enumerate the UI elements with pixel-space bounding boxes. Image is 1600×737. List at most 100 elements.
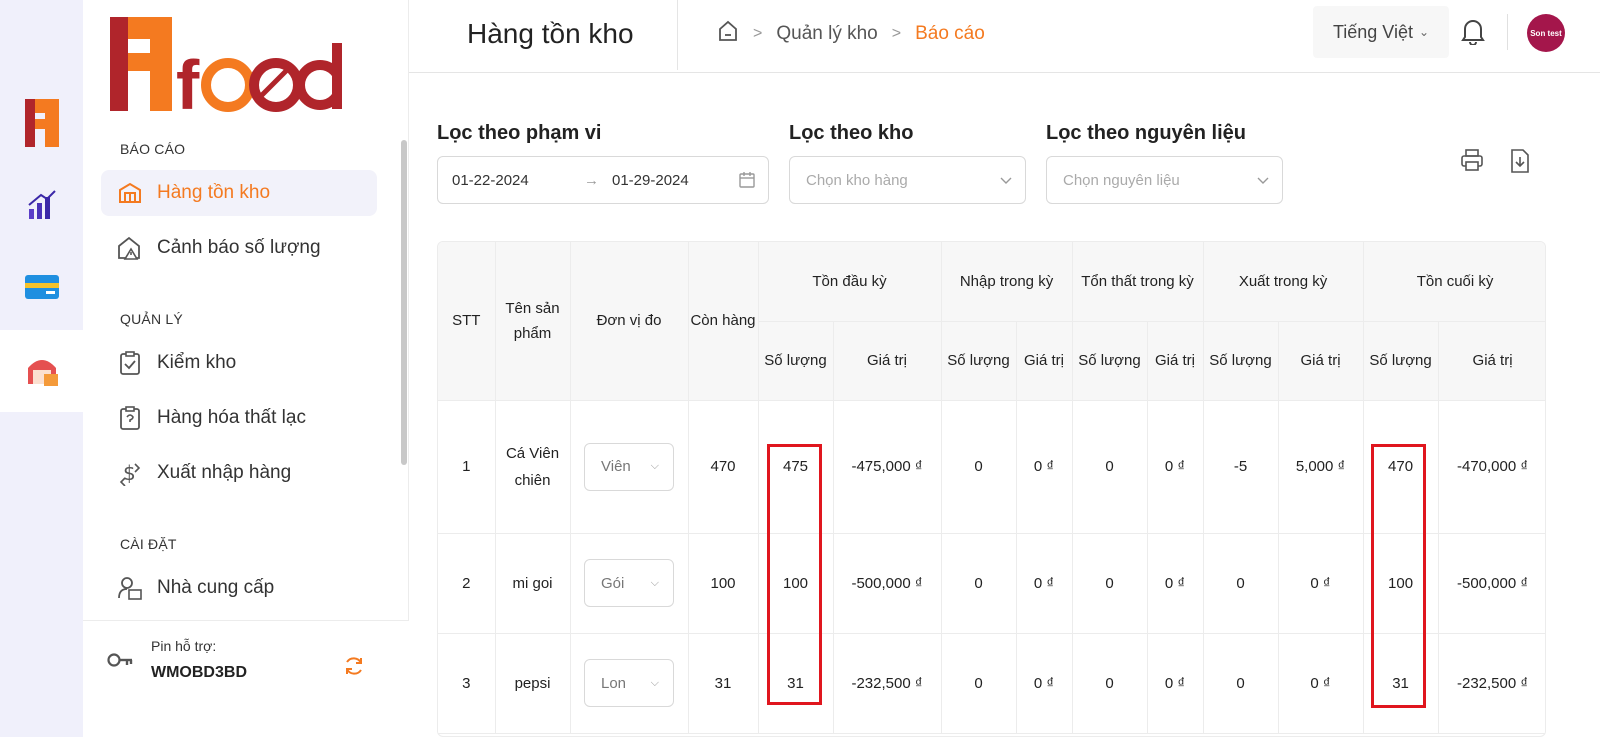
cell-loss-qty: 0	[1072, 533, 1148, 634]
sidebar-item-import-export[interactable]: $ Xuất nhập hàng	[101, 450, 377, 496]
header-qty: Số lượng	[1072, 321, 1148, 401]
ingredient-select[interactable]: Chọn nguyên liệu	[1046, 156, 1283, 204]
date-from-input[interactable]: 01-22-2024	[452, 172, 529, 189]
filter-range-label: Lọc theo phạm vi	[437, 122, 602, 144]
warehouse-icon[interactable]	[0, 330, 83, 412]
sidebar-item-suppliers[interactable]: Nhà cung cấp	[101, 565, 377, 611]
ffood-logo: f	[110, 17, 345, 124]
chevron-down-icon: ⌵	[650, 460, 659, 472]
sidebar-scrollbar[interactable]	[401, 140, 407, 465]
dollar-exchange-icon: $	[117, 460, 143, 486]
breadcrumb-reports: Báo cáo	[915, 23, 985, 44]
cell-import-value: 0 ₫	[1016, 400, 1073, 534]
cell-product-name: Cá Viên chiên	[495, 400, 571, 534]
cell-remaining: 100	[688, 533, 759, 634]
language-selector[interactable]: Tiếng Việt ⌄	[1313, 6, 1449, 58]
unit-select-value: Lon	[601, 674, 627, 692]
cell-import-value: 0 ₫	[1016, 633, 1073, 734]
sidebar-item-quantity-alert[interactable]: Cảnh báo số lượng	[101, 225, 377, 271]
cell-export-value: 0 ₫	[1278, 533, 1364, 634]
cell-remaining: 31	[688, 633, 759, 734]
chevron-right-icon: >	[891, 25, 902, 42]
unit-select-value: Gói	[601, 574, 625, 592]
chart-icon[interactable]	[0, 164, 83, 246]
app-rail	[0, 0, 83, 737]
header-value: Giá trị	[1438, 321, 1545, 401]
header-divider	[677, 0, 678, 70]
card-icon[interactable]	[0, 246, 83, 328]
support-pin-panel: Pin hỗ trợ: WMOBD3BD	[83, 620, 409, 737]
chevron-down-icon: ⌵	[650, 676, 659, 689]
header-export: Xuất trong kỳ	[1203, 242, 1364, 322]
header-stt: STT	[438, 242, 496, 401]
cell-product-name: pepsi	[495, 633, 571, 734]
cell-product-name: mi goi	[495, 533, 571, 634]
header-qty: Số lượng	[1203, 321, 1279, 401]
breadcrumb: > Quản lý kho > Báo cáo	[717, 20, 985, 48]
header-divider	[1507, 14, 1508, 50]
key-icon	[107, 653, 133, 672]
sidebar-item-label: Hàng tồn kho	[157, 182, 271, 203]
sidebar-item-inventory[interactable]: Hàng tồn kho	[101, 170, 377, 216]
date-range-picker[interactable]: 01-22-2024 → 01-29-2024	[437, 156, 769, 204]
support-pin-label: Pin hỗ trợ:	[151, 638, 217, 654]
ingredient-select-placeholder: Chọn nguyên liệu	[1063, 171, 1180, 189]
refresh-icon[interactable]	[343, 655, 365, 682]
highlight-closing-qty	[1371, 444, 1426, 708]
sidebar-item-stock-check[interactable]: Kiểm kho	[101, 340, 377, 386]
cell-loss-qty: 0	[1072, 400, 1148, 534]
clipboard-check-icon	[117, 350, 143, 376]
cell-closing-value: -232,500 ₫	[1438, 633, 1545, 734]
chevron-down-icon	[1256, 173, 1270, 191]
download-icon[interactable]	[1508, 148, 1534, 174]
cell-opening-value: -500,000 ₫	[833, 533, 942, 634]
breadcrumb-warehouse[interactable]: Quản lý kho	[776, 23, 877, 45]
language-label: Tiếng Việt	[1332, 21, 1413, 42]
cell-closing-value: -470,000 ₫	[1438, 400, 1545, 534]
sidebar-item-lost-goods[interactable]: Hàng hóa thất lạc	[101, 395, 377, 441]
cell-stt: 3	[438, 633, 496, 734]
header-product-name: Tên sản phẩm	[495, 242, 571, 401]
sidebar-item-label: Cảnh báo số lượng	[157, 237, 321, 258]
home-icon[interactable]	[717, 20, 739, 48]
sidebar-item-label: Kiểm kho	[157, 352, 237, 373]
print-icon[interactable]	[1460, 148, 1486, 174]
supplier-icon	[117, 575, 143, 601]
top-header: Hàng tồn kho > Quản lý kho > Báo cáo Tiế…	[409, 0, 1600, 73]
cell-opening-value: -232,500 ₫	[833, 633, 942, 734]
unit-select[interactable]: Gói ⌵	[584, 559, 674, 607]
cell-export-qty: 0	[1203, 533, 1279, 634]
sidebar-item-label: Xuất nhập hàng	[157, 462, 292, 483]
date-to-input[interactable]: 01-29-2024	[612, 172, 689, 189]
calendar-icon	[738, 171, 756, 193]
header-qty: Số lượng	[941, 321, 1017, 401]
support-pin-code: WMOBD3BD	[151, 664, 247, 681]
warning-house-icon	[117, 235, 143, 261]
bell-icon[interactable]	[1460, 17, 1486, 50]
filter-warehouse-label: Lọc theo kho	[789, 122, 914, 144]
section-reports-title: BÁO CÁO	[120, 141, 186, 157]
chevron-down-icon: ⌵	[650, 576, 659, 589]
app-logo-icon[interactable]	[0, 82, 83, 164]
unit-select-value: Viên	[601, 458, 631, 475]
cell-stt: 1	[438, 400, 496, 534]
sidebar-item-label: Nhà cung cấp	[157, 577, 275, 598]
unit-select[interactable]: Lon ⌵	[584, 659, 674, 707]
cell-loss-qty: 0	[1072, 633, 1148, 734]
chevron-right-icon: >	[753, 25, 763, 42]
header-closing-stock: Tồn cuối kỳ	[1363, 242, 1545, 322]
avatar[interactable]: Son test	[1527, 14, 1565, 52]
header-qty: Số lượng	[1363, 321, 1439, 401]
unit-select[interactable]: Viên ⌵	[584, 442, 674, 491]
header-qty: Số lượng	[758, 321, 834, 401]
header-value: Giá trị	[1278, 321, 1364, 401]
svg-text:f: f	[176, 46, 200, 113]
cell-export-qty: 0	[1203, 633, 1279, 734]
header-unit: Đơn vị đo	[570, 242, 689, 401]
cell-loss-value: 0 ₫	[1147, 533, 1204, 634]
cell-export-value: 5,000 ₫	[1278, 400, 1364, 534]
warehouse-select[interactable]: Chọn kho hàng	[789, 156, 1026, 204]
chevron-down-icon: ⌄	[1419, 25, 1430, 39]
sidebar-item-label: Hàng hóa thất lạc	[157, 407, 306, 428]
sidebar: f BÁO CÁO Hàng tồn kho Cảnh báo số lượng…	[83, 0, 409, 737]
